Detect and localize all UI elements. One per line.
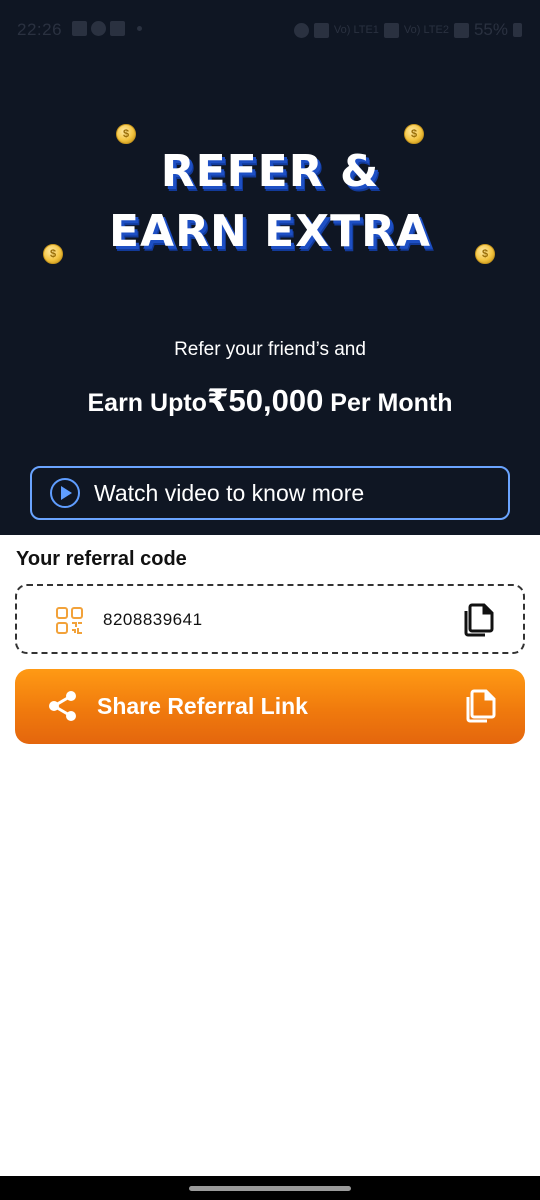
share-referral-link-button[interactable]: Share Referral Link	[15, 669, 525, 744]
earn-suffix: Per Month	[330, 389, 453, 417]
wifi-icon	[383, 22, 399, 38]
coin-icon: $	[404, 124, 424, 144]
home-gesture-handle[interactable]	[189, 1186, 351, 1191]
earn-prefix: Earn Upto	[87, 389, 207, 417]
watch-video-label: Watch video to know more	[94, 479, 365, 506]
network-label-2: Vo) LTE2	[403, 24, 449, 36]
headline-line-2: EARN EXTRA	[108, 206, 432, 257]
status-bar: 22:26 Vo) LTE1 Vo) LTE2 55%	[0, 0, 540, 62]
system-navigation-bar	[0, 1176, 540, 1200]
gallery-notification-icon	[72, 21, 87, 36]
watch-video-button[interactable]: Watch video to know more	[30, 466, 510, 520]
alarm-icon	[293, 22, 309, 38]
hero-banner: 22:26 Vo) LTE1 Vo) LTE2 55% $ $ $ $ REFE…	[0, 0, 540, 535]
battery-percent: 55%	[473, 20, 508, 39]
copy-icon[interactable]	[463, 603, 495, 637]
mute-icon	[313, 22, 329, 38]
earn-amount: ₹50,000	[206, 383, 324, 418]
signal-icon	[453, 22, 469, 38]
copy-link-icon[interactable]	[465, 689, 497, 723]
earn-line: Earn Upto₹50,000 Per Month	[0, 383, 540, 419]
qr-code-icon	[56, 607, 83, 634]
share-button-label: Share Referral Link	[97, 693, 308, 719]
headline-line-1: REFER &	[160, 146, 380, 197]
coin-icon: $	[116, 124, 136, 144]
status-time: 22:26	[17, 20, 63, 39]
play-icon	[50, 478, 80, 508]
share-icon	[49, 691, 76, 721]
referral-code-title: Your referral code	[16, 548, 187, 570]
status-left-icons	[72, 21, 142, 36]
battery-icon	[513, 23, 522, 37]
status-right-icons: Vo) LTE1 Vo) LTE2 55%	[293, 20, 522, 40]
referral-code-value: 8208839641	[103, 610, 203, 629]
chat-notification-icon	[91, 21, 106, 36]
referral-code-box: 8208839641	[15, 584, 525, 654]
mail-notification-icon	[110, 21, 125, 36]
more-notifications-dot-icon	[137, 26, 142, 31]
network-label-1: Vo) LTE1	[333, 24, 379, 36]
hero-subtitle: Refer your friend’s and	[174, 339, 366, 360]
